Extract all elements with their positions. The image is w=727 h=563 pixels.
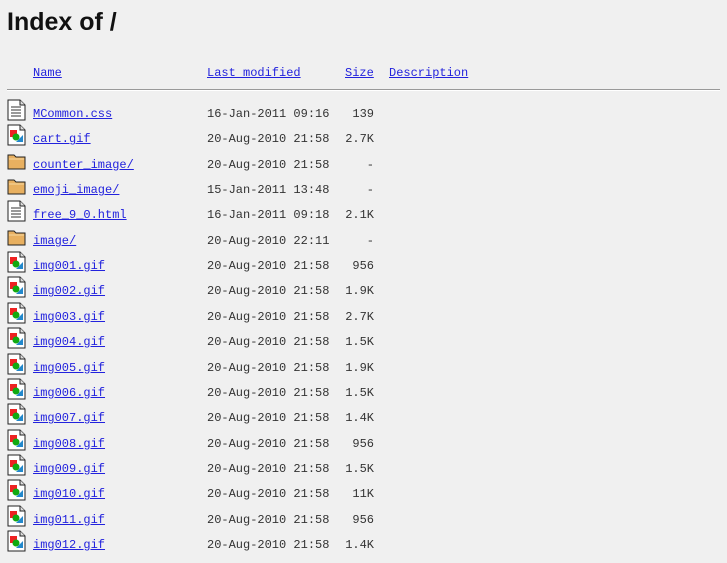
file-size: 1.5K xyxy=(345,461,374,476)
last-modified: 20-Aug-2010 21:58 xyxy=(207,385,330,400)
file-row: img011.gif 20-Aug-2010 21:58 956 xyxy=(0,505,727,538)
last-modified: 20-Aug-2010 21:58 xyxy=(207,360,330,375)
sort-by-modified-link[interactable]: Last modified xyxy=(207,66,301,82)
file-size: 1.9K xyxy=(345,284,374,299)
last-modified: 20-Aug-2010 21:58 xyxy=(207,259,330,274)
file-size: 956 xyxy=(352,259,374,274)
image-file-icon[interactable] xyxy=(7,530,27,552)
file-row: img001.gif 20-Aug-2010 21:58 956 xyxy=(0,251,727,284)
file-row: img004.gif 20-Aug-2010 21:58 1.5K xyxy=(0,327,727,360)
file-size: 1.4K xyxy=(345,411,374,426)
file-size: 11K xyxy=(352,487,374,502)
file-link[interactable]: free_9_0.html xyxy=(33,208,127,222)
header-divider xyxy=(7,89,720,91)
file-row: cart.gif 20-Aug-2010 21:58 2.7K xyxy=(0,124,727,157)
file-link[interactable]: MCommon.css xyxy=(33,107,112,121)
sort-by-name-link[interactable]: Name xyxy=(33,66,62,82)
image-file-icon[interactable] xyxy=(7,251,27,273)
file-size: 2.7K xyxy=(345,309,374,324)
file-row: free_9_0.html 16-Jan-2011 09:18 2.1K xyxy=(0,200,727,233)
file-size: 1.5K xyxy=(345,335,374,350)
file-link[interactable]: img005.gif xyxy=(33,361,105,375)
file-size: - xyxy=(366,157,374,172)
file-row: img002.gif 20-Aug-2010 21:58 1.9K xyxy=(0,276,727,309)
last-modified: 20-Aug-2010 21:58 xyxy=(207,512,330,527)
page-title: Index of / xyxy=(7,8,117,36)
folder-icon[interactable] xyxy=(7,150,27,172)
image-file-icon[interactable] xyxy=(7,403,27,425)
file-row: img006.gif 20-Aug-2010 21:58 1.5K xyxy=(0,378,727,411)
file-size: 2.7K xyxy=(345,132,374,147)
file-size: 1.9K xyxy=(345,360,374,375)
sort-by-description-link[interactable]: Description xyxy=(389,66,468,82)
image-file-icon[interactable] xyxy=(7,505,27,527)
file-size: 1.5K xyxy=(345,385,374,400)
last-modified: 20-Aug-2010 21:58 xyxy=(207,487,330,502)
last-modified: 20-Aug-2010 21:58 xyxy=(207,284,330,299)
last-modified: 20-Aug-2010 21:58 xyxy=(207,157,330,172)
last-modified: 20-Aug-2010 21:58 xyxy=(207,335,330,350)
last-modified: 20-Aug-2010 21:58 xyxy=(207,436,330,451)
image-file-icon[interactable] xyxy=(7,479,27,501)
folder-icon[interactable] xyxy=(7,226,27,248)
file-size: 2.1K xyxy=(345,208,374,223)
last-modified: 16-Jan-2011 09:16 xyxy=(207,107,330,121)
file-link[interactable]: img007.gif xyxy=(33,411,105,425)
file-row: img012.gif 20-Aug-2010 21:58 1.4K xyxy=(0,530,727,563)
image-file-icon[interactable] xyxy=(7,378,27,400)
file-row: img003.gif 20-Aug-2010 21:58 2.7K xyxy=(0,302,727,335)
last-modified: 15-Jan-2011 13:48 xyxy=(207,183,330,198)
image-file-icon[interactable] xyxy=(7,276,27,298)
file-size: 956 xyxy=(352,512,374,527)
file-link[interactable]: img008.gif xyxy=(33,437,105,451)
file-row: img010.gif 20-Aug-2010 21:58 11K xyxy=(0,479,727,512)
file-row: MCommon.css 16-Jan-2011 09:16 139 xyxy=(0,99,727,132)
text-file-icon[interactable] xyxy=(7,99,27,121)
file-size: - xyxy=(366,233,374,248)
file-link[interactable]: counter_image/ xyxy=(33,158,134,172)
file-size: 139 xyxy=(352,107,374,121)
file-row: img005.gif 20-Aug-2010 21:58 1.9K xyxy=(0,353,727,386)
last-modified: 16-Jan-2011 09:18 xyxy=(207,208,330,223)
text-file-icon[interactable] xyxy=(7,200,27,222)
last-modified: 20-Aug-2010 21:58 xyxy=(207,461,330,476)
sort-by-size-link[interactable]: Size xyxy=(345,66,374,82)
file-row: image/ 20-Aug-2010 22:11 - xyxy=(0,230,727,259)
file-link[interactable]: cart.gif xyxy=(33,132,91,146)
image-file-icon[interactable] xyxy=(7,429,27,451)
file-size: - xyxy=(366,183,374,198)
file-row: img009.gif 20-Aug-2010 21:58 1.5K xyxy=(0,454,727,487)
folder-icon[interactable] xyxy=(7,175,27,197)
file-link[interactable]: img011.gif xyxy=(33,513,105,527)
file-link[interactable]: emoji_image/ xyxy=(33,183,119,197)
image-file-icon[interactable] xyxy=(7,302,27,324)
file-link[interactable]: img004.gif xyxy=(33,335,105,349)
file-link[interactable]: img001.gif xyxy=(33,259,105,273)
last-modified: 20-Aug-2010 22:11 xyxy=(207,233,330,248)
image-file-icon[interactable] xyxy=(7,353,27,375)
file-link[interactable]: img009.gif xyxy=(33,462,105,476)
last-modified: 20-Aug-2010 21:58 xyxy=(207,411,330,426)
image-file-icon[interactable] xyxy=(7,327,27,349)
file-link[interactable]: img006.gif xyxy=(33,386,105,400)
file-link[interactable]: img003.gif xyxy=(33,310,105,324)
file-row: counter_image/ 20-Aug-2010 21:58 - xyxy=(0,154,727,183)
file-link[interactable]: image/ xyxy=(33,234,76,248)
file-link[interactable]: img002.gif xyxy=(33,284,105,298)
image-file-icon[interactable] xyxy=(7,124,27,146)
last-modified: 20-Aug-2010 21:58 xyxy=(207,132,330,147)
last-modified: 20-Aug-2010 21:58 xyxy=(207,309,330,324)
file-row: img007.gif 20-Aug-2010 21:58 1.4K xyxy=(0,403,727,436)
image-file-icon[interactable] xyxy=(7,454,27,476)
file-row: emoji_image/ 15-Jan-2011 13:48 - xyxy=(0,179,727,208)
file-link[interactable]: img010.gif xyxy=(33,487,105,501)
file-row: img008.gif 20-Aug-2010 21:58 956 xyxy=(0,429,727,462)
file-size: 956 xyxy=(352,436,374,451)
